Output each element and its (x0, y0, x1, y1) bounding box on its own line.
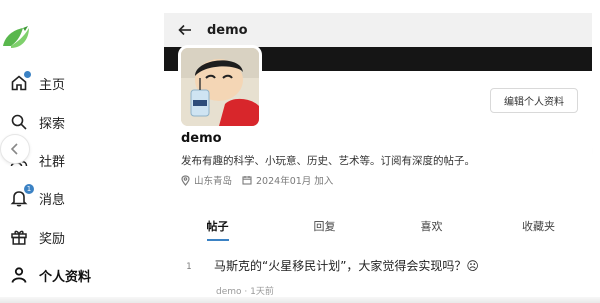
notification-badge: 1 (24, 184, 34, 194)
tab-posts[interactable]: 帖子 (164, 215, 271, 241)
calendar-icon (242, 176, 252, 185)
edit-profile-button[interactable]: 编辑个人资料 (490, 88, 578, 113)
user-icon (8, 264, 30, 286)
sidebar-item-rewards[interactable]: 奖励 (8, 225, 148, 249)
sidebar-item-label: 消息 (39, 192, 66, 208)
back-button[interactable] (175, 20, 195, 40)
sidebar-item-messages[interactable]: 1 消息 (8, 184, 148, 210)
post-meta: demo · 1天前 (216, 287, 274, 297)
profile-tabs: 帖子 回复 喜欢 收藏夹 (164, 215, 592, 241)
location-text: 山东青岛 (194, 176, 233, 187)
tab-favorites[interactable]: 收藏夹 (485, 215, 592, 239)
location: 山东青岛 (181, 173, 232, 187)
sidebar-item-label: 社群 (39, 154, 66, 170)
sidebar-item-label: 主页 (39, 77, 66, 93)
profile-bio: 发布有趣的科学、小玩意、历史、艺术等。订阅有深度的帖子。 (181, 155, 475, 167)
post-rank: 1 (186, 262, 192, 272)
chevron-left-icon (10, 143, 18, 155)
join-date: 2024年01月 加入 (242, 173, 333, 187)
page-title: demo (207, 22, 248, 38)
avatar[interactable] (178, 45, 262, 129)
sidebar-item-profile[interactable]: 个人资料 (8, 263, 148, 287)
profile-meta: 山东青岛 2024年01月 加入 (181, 173, 343, 187)
bird-logo-icon[interactable] (1, 24, 31, 52)
search-icon (8, 111, 30, 133)
tab-likes[interactable]: 喜欢 (378, 215, 485, 239)
profile-name: demo (181, 131, 222, 146)
sidebar-item-label: 奖励 (39, 231, 66, 247)
tab-replies[interactable]: 回复 (271, 215, 378, 239)
list-item[interactable]: 1 马斯克的“火星移民计划”，大家觉得会实现吗？☹ demo · 1天前 (164, 251, 592, 297)
sidebar-item-label: 个人资料 (39, 269, 92, 285)
app-window: 主页 探索 社群 1 消息 奖励 个人资料 demo 编辑个人资料 demo 发… (0, 0, 600, 303)
sidebar-item-home[interactable]: 主页 (8, 71, 148, 95)
location-pin-icon (181, 174, 190, 186)
notification-dot (24, 71, 31, 78)
previous-arrow-button[interactable] (0, 134, 30, 164)
join-date-text: 2024年01月 加入 (256, 176, 334, 187)
profile-panel: demo 编辑个人资料 demo 发布有趣的科学、小玩意、历史、艺术等。订阅有深… (164, 13, 592, 303)
profile-header-bar: demo (164, 13, 592, 47)
gift-icon (8, 226, 30, 248)
bottom-edge (0, 297, 600, 303)
home-icon (8, 71, 31, 94)
bell-icon: 1 (8, 184, 34, 209)
sidebar-item-explore[interactable]: 探索 (8, 110, 148, 134)
sidebar-item-label: 探索 (39, 116, 66, 132)
arrow-left-icon (178, 24, 191, 36)
post-title[interactable]: 马斯克的“火星移民计划”，大家觉得会实现吗？☹ (214, 257, 479, 274)
